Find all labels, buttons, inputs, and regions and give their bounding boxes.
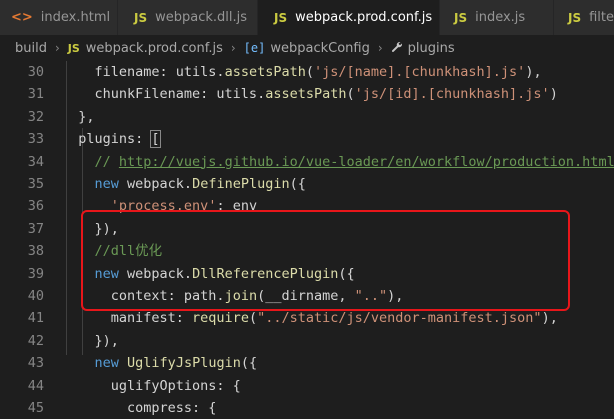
variable-icon: [e]: [243, 41, 266, 55]
code-line[interactable]: 31 chunkFilename: utils.assetsPath('js/[…: [0, 83, 614, 105]
code-line[interactable]: 42 }),: [0, 330, 614, 352]
js-icon: JS: [274, 10, 288, 25]
chevron-right-icon: ›: [230, 41, 236, 55]
code-text[interactable]: new UglifyJsPlugin({: [62, 352, 258, 374]
code-line[interactable]: 33 plugins: [: [0, 128, 614, 150]
breadcrumb-property[interactable]: plugins: [408, 41, 455, 56]
tab-webpack-prod-conf-js[interactable]: JS webpack.prod.conf.js: [258, 0, 440, 35]
breadcrumb-symbol[interactable]: webpackConfig: [270, 41, 370, 56]
code-line[interactable]: 45 compress: {: [0, 397, 614, 419]
tab-label: filte: [589, 10, 614, 25]
html-icon: <>: [11, 10, 33, 25]
chevron-right-icon: ›: [54, 41, 60, 55]
tab-index-html[interactable]: <> index.html: [0, 0, 118, 35]
breadcrumb: build › JS webpack.prod.conf.js › [e] we…: [0, 35, 614, 61]
code-text[interactable]: compress: {: [62, 397, 216, 419]
tab-webpack-dll-js[interactable]: JS webpack.dll.js: [118, 0, 258, 35]
js-icon: JS: [568, 10, 582, 25]
code-line[interactable]: 30 filename: utils.assetsPath('js/[name]…: [0, 61, 614, 83]
line-number: 42: [27, 332, 44, 349]
line-number: 43: [27, 355, 44, 372]
code-text[interactable]: new webpack.DefinePlugin({: [62, 173, 306, 195]
code-line[interactable]: 32 },: [0, 106, 614, 128]
line-number: 30: [27, 64, 44, 80]
line-number: 33: [27, 131, 44, 148]
line-number: 41: [27, 310, 44, 327]
line-number: 39: [27, 265, 44, 282]
js-icon: JS: [67, 41, 80, 55]
code-text[interactable]: chunkFilename: utils.assetsPath('js/[id]…: [62, 83, 558, 105]
editor-tab-bar: <> index.html JS webpack.dll.js JS webpa…: [0, 0, 614, 35]
code-text[interactable]: // http://vuejs.github.io/vue-loader/en/…: [62, 151, 614, 173]
line-number: 32: [27, 108, 44, 125]
code-line[interactable]: 43 new UglifyJsPlugin({: [0, 352, 614, 374]
code-text[interactable]: },: [62, 106, 94, 128]
breadcrumb-file[interactable]: webpack.prod.conf.js: [86, 41, 223, 56]
tab-label: webpack.dll.js: [155, 10, 248, 25]
js-icon: JS: [134, 10, 148, 25]
code-text[interactable]: uglifyOptions: {: [62, 375, 241, 397]
code-editor[interactable]: 30 filename: utils.assetsPath('js/[name]…: [0, 61, 614, 416]
tab-index-js[interactable]: JS index.js: [440, 0, 554, 35]
tab-label: webpack.prod.conf.js: [295, 10, 433, 25]
code-line[interactable]: 44 uglifyOptions: {: [0, 375, 614, 397]
line-number: 45: [27, 400, 44, 416]
js-icon: JS: [454, 10, 468, 25]
line-number: 34: [27, 153, 44, 170]
code-line[interactable]: 35 new webpack.DefinePlugin({: [0, 173, 614, 195]
chevron-right-icon: ›: [377, 41, 383, 55]
red-highlight-box: [81, 210, 570, 311]
wrench-icon: [391, 41, 403, 56]
tab-filte[interactable]: JS filte: [554, 0, 614, 35]
line-number: 36: [27, 198, 44, 215]
line-number: 38: [27, 243, 44, 260]
line-number: 37: [27, 220, 44, 237]
line-number: 31: [27, 86, 44, 103]
code-line[interactable]: 34 // http://vuejs.github.io/vue-loader/…: [0, 151, 614, 173]
code-text[interactable]: }),: [62, 330, 119, 352]
code-text[interactable]: plugins: [: [62, 128, 161, 150]
code-text[interactable]: filename: utils.assetsPath('js/[name].[c…: [62, 61, 542, 83]
line-number: 44: [27, 377, 44, 394]
tab-label: index.js: [475, 10, 526, 25]
tab-label: index.html: [40, 10, 111, 25]
line-number: 40: [27, 288, 44, 304]
line-number: 35: [27, 176, 44, 192]
breadcrumb-folder[interactable]: build: [15, 41, 47, 56]
